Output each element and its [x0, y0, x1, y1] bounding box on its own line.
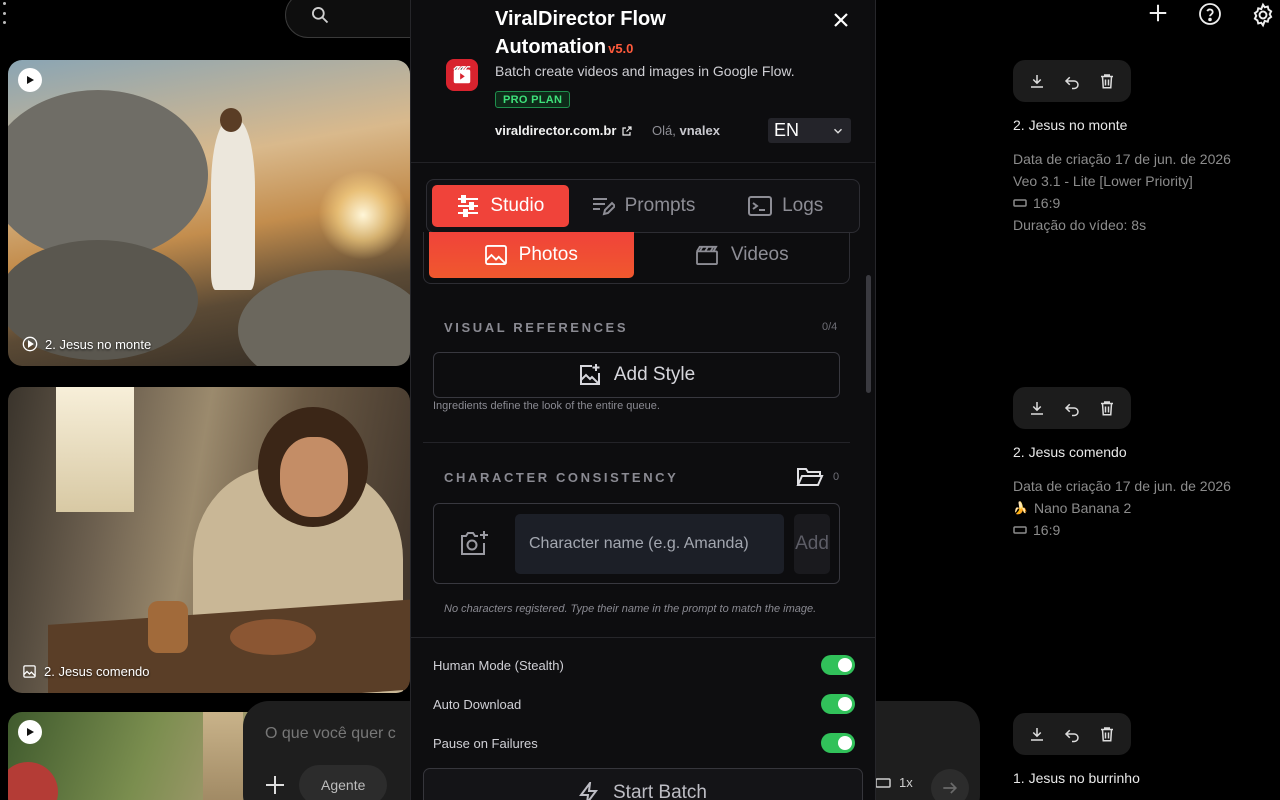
section-divider: [423, 442, 850, 443]
media-card[interactable]: 2. Jesus comendo: [8, 387, 410, 693]
pause-on-failures-toggle[interactable]: [821, 733, 855, 753]
external-link-icon: [622, 125, 632, 136]
character-form: Add: [433, 503, 840, 584]
main-tabs: Studio Prompts Logs: [426, 179, 860, 233]
trash-icon[interactable]: [1098, 399, 1116, 417]
app-title: ViralDirector Flow Automation v5.0: [495, 8, 666, 58]
edit-list-icon: [592, 198, 615, 216]
image-icon: [23, 665, 36, 678]
panel-header: ViralDirector Flow Automation v5.0 Batch …: [411, 0, 875, 163]
aspect-ratio-icon: [875, 777, 891, 788]
human-mode-toggle[interactable]: [821, 655, 855, 675]
visual-references-label: VISUAL REFERENCES: [444, 320, 629, 335]
lightning-icon: [579, 782, 598, 800]
tab-videos[interactable]: Videos: [640, 232, 845, 278]
character-count: 0: [833, 471, 840, 483]
tab-studio[interactable]: Studio: [432, 185, 569, 227]
arrow-right-icon: [943, 782, 958, 794]
undo-icon[interactable]: [1063, 725, 1081, 743]
version-label: v5.0: [608, 41, 634, 56]
character-name-input[interactable]: [515, 514, 784, 574]
play-circle-icon: [22, 336, 38, 352]
plan-badge: PRO PLAN: [495, 91, 571, 108]
media-actions: [1013, 60, 1131, 102]
search-icon: [312, 7, 329, 24]
add-image-icon: [579, 364, 600, 385]
media-meta: 2. Jesus no monte Data de criação 17 de …: [1013, 60, 1273, 236]
multiplier-control[interactable]: 1x: [875, 775, 913, 790]
download-icon[interactable]: [1028, 725, 1046, 743]
language-select[interactable]: EN: [768, 118, 851, 143]
visual-references-hint: Ingredients define the look of the entir…: [433, 400, 660, 412]
agent-button[interactable]: Agente: [299, 765, 388, 800]
media-meta: 2. Jesus comendo Data de criação 17 de j…: [1013, 387, 1273, 541]
sliders-icon: [458, 195, 479, 217]
folder-open-icon[interactable]: [796, 466, 824, 488]
undo-icon[interactable]: [1063, 72, 1081, 90]
panel-footer: Human Mode (Stealth) Auto Download Pause…: [411, 637, 875, 800]
aspect-ratio-icon: [1013, 526, 1027, 534]
add-attachment-icon[interactable]: [263, 773, 287, 797]
plus-icon[interactable]: [1147, 2, 1169, 24]
trash-icon[interactable]: [1098, 72, 1116, 90]
toggle-row-pause-on-failures: Pause on Failures: [433, 732, 855, 754]
extension-panel: ViralDirector Flow Automation v5.0 Batch …: [410, 0, 876, 800]
image-icon: [484, 245, 507, 265]
menu-dots-icon[interactable]: [0, 2, 8, 24]
tab-logs[interactable]: Logs: [717, 185, 854, 227]
tab-prompts[interactable]: Prompts: [575, 185, 712, 227]
tab-photos[interactable]: Photos: [429, 232, 634, 278]
panel-scrollbar[interactable]: [866, 275, 871, 393]
chevron-down-icon: [834, 128, 842, 134]
toggle-row-human-mode: Human Mode (Stealth): [433, 654, 855, 676]
meta-title: 1. Jesus no burrinho: [1013, 770, 1140, 786]
trash-icon[interactable]: [1098, 725, 1116, 743]
media-actions: [1013, 387, 1131, 429]
auto-download-toggle[interactable]: [821, 694, 855, 714]
app-logo: [446, 59, 478, 91]
media-type-tabs: Photos Videos: [423, 232, 850, 284]
download-icon[interactable]: [1028, 399, 1046, 417]
clapper-play-icon: [453, 66, 471, 84]
add-photo-camera-icon[interactable]: [460, 530, 490, 558]
play-icon[interactable]: [18, 720, 42, 744]
site-link[interactable]: viraldirector.com.br: [495, 123, 633, 138]
add-character-button[interactable]: Add: [794, 514, 830, 574]
app-subtitle: Batch create videos and images in Google…: [495, 63, 795, 79]
prompt-placeholder[interactable]: O que você quer c: [265, 725, 396, 743]
no-characters-text: No characters registered. Type their nam…: [444, 603, 817, 615]
play-icon[interactable]: [18, 68, 42, 92]
meta-title: 2. Jesus no monte: [1013, 117, 1128, 133]
media-meta: 1. Jesus no burrinho: [1013, 713, 1273, 786]
start-batch-button[interactable]: Start Batch: [423, 768, 863, 800]
character-consistency-label: CHARACTER CONSISTENCY: [444, 470, 679, 485]
card-caption: 2. Jesus comendo: [22, 664, 150, 679]
media-actions: [1013, 713, 1131, 755]
visual-references-count: 0/4: [822, 321, 838, 333]
aspect-ratio-icon: [1013, 199, 1027, 207]
toggle-row-auto-download: Auto Download: [433, 693, 855, 715]
banana-icon: 🍌: [1013, 501, 1028, 515]
media-card[interactable]: 2. Jesus no monte: [8, 60, 410, 366]
clapper-icon: [695, 245, 718, 265]
meta-details: Data de criação 17 de jun. de 2026 🍌 Nano…: [1013, 478, 1231, 538]
send-button[interactable]: [931, 769, 969, 800]
card-caption: 2. Jesus no monte: [22, 336, 151, 352]
meta-details: Data de criação 17 de jun. de 2026 Veo 3…: [1013, 151, 1231, 233]
greeting: Olá, vnalex: [652, 123, 720, 138]
close-icon[interactable]: [831, 10, 851, 30]
add-style-button[interactable]: Add Style: [433, 352, 840, 398]
meta-title: 2. Jesus comendo: [1013, 444, 1127, 460]
download-icon[interactable]: [1028, 72, 1046, 90]
terminal-icon: [748, 196, 773, 216]
help-icon[interactable]: [1198, 2, 1222, 26]
undo-icon[interactable]: [1063, 399, 1081, 417]
settings-gear-icon[interactable]: [1250, 2, 1276, 28]
